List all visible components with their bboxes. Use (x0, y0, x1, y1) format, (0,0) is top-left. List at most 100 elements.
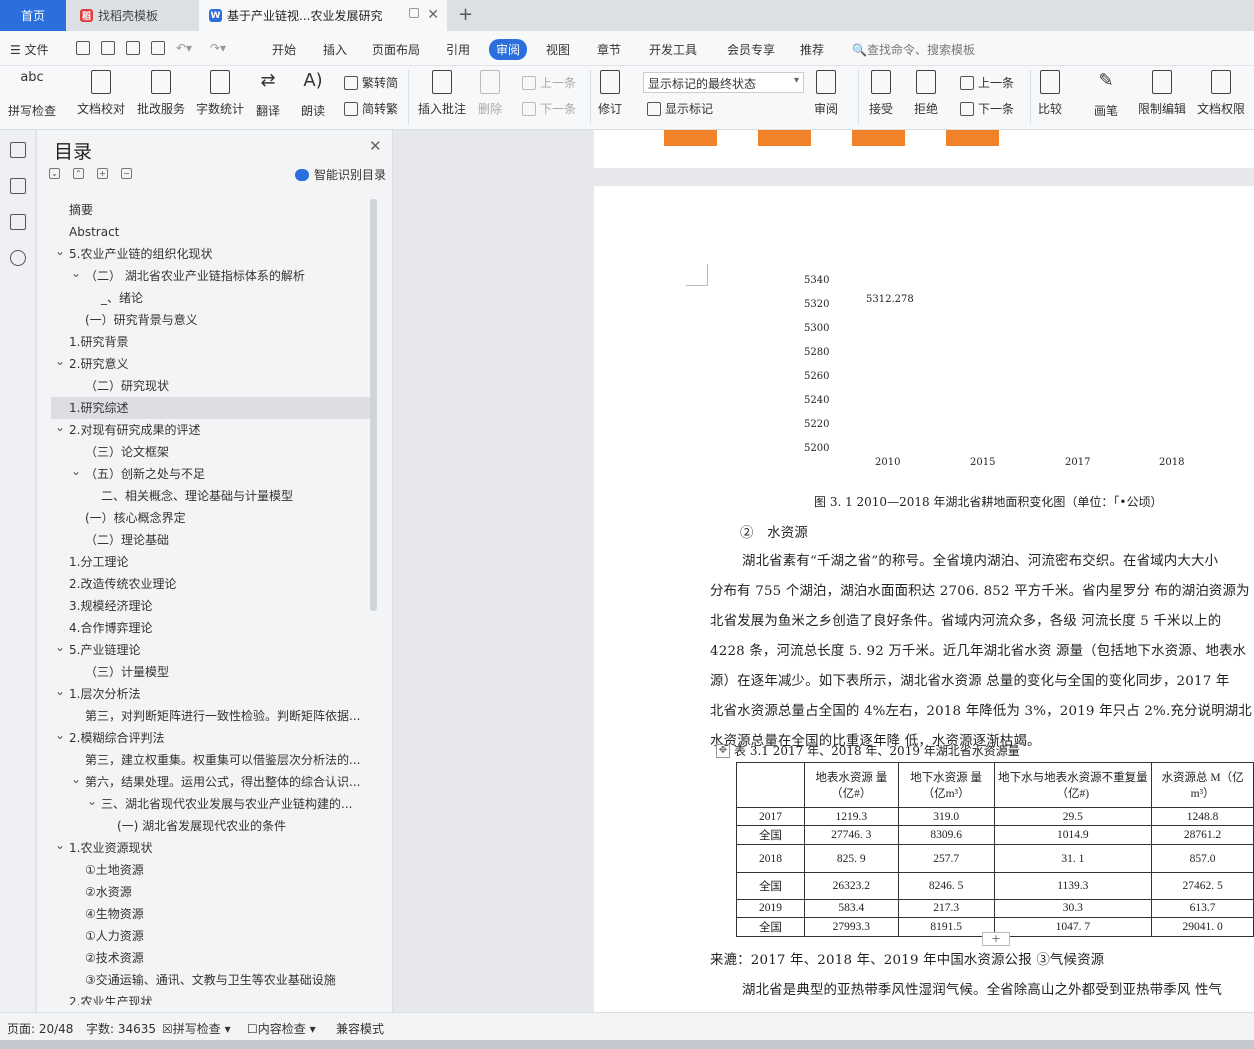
doc-permission-button[interactable]: 文档权限 (1197, 70, 1245, 117)
menu-developer[interactable]: 开发工具 (649, 41, 697, 58)
print-icon[interactable] (126, 41, 140, 55)
remove-heading-icon[interactable]: − (121, 168, 132, 179)
status-spell-check[interactable]: ☒拼写检查 ▾ (162, 1020, 231, 1037)
chevron-down-icon[interactable]: ⌄ (55, 837, 65, 856)
toc-item[interactable]: ⌄ 5.产业链理论 (51, 639, 371, 661)
export-pdf-icon[interactable] (101, 41, 115, 55)
search-icon[interactable] (10, 250, 26, 266)
toc-item[interactable]: Abstract (51, 221, 371, 243)
toc-item[interactable]: 1.研究背景 (51, 331, 371, 353)
toc-item[interactable]: 4.合作博弈理论 (51, 617, 371, 639)
menu-recommend[interactable]: 推荐 (800, 41, 824, 58)
close-icon[interactable]: ✕ (369, 137, 382, 155)
menu-references[interactable]: 引用 (446, 41, 470, 58)
toc-item[interactable]: 1.分工理论 (51, 551, 371, 573)
restrict-edit-button[interactable]: 限制编辑 (1138, 70, 1186, 117)
toc-item[interactable]: ⌄ （五）创新之处与不足 (51, 463, 371, 485)
chevron-down-icon[interactable]: ⌄ (55, 727, 65, 746)
collapse-all-icon[interactable]: ⌄ (49, 168, 60, 179)
toc-item[interactable]: 第三，建立权重集。权重集可以借鉴层次分析法的... (51, 749, 371, 771)
menu-section[interactable]: 章节 (597, 41, 621, 58)
chevron-down-icon[interactable]: ⌄ (55, 639, 65, 658)
word-count-button[interactable]: 字数统计 (196, 70, 244, 117)
redo-icon[interactable]: ↷▾ (210, 41, 226, 55)
tab-pin-icon[interactable] (409, 8, 419, 18)
spell-check-button[interactable]: abc 拼写检查 (8, 70, 56, 119)
toc-item[interactable]: ⌄ 2.研究意义 (51, 353, 371, 375)
chevron-down-icon[interactable]: ⌄ (55, 419, 65, 438)
chevron-down-icon[interactable]: ⌄ (55, 353, 65, 372)
prev-comment-button[interactable]: 上一条 (522, 74, 576, 91)
toc-item[interactable]: ⌄ （二） 湖北省农业产业链指标体系的解析 (51, 265, 371, 287)
toc-item[interactable]: _、绪论 (51, 287, 371, 309)
toc-item[interactable]: ①土地资源 (51, 859, 371, 881)
insert-comment-button[interactable]: 插入批注 (418, 70, 466, 117)
pen-button[interactable]: ✎ 画笔 (1093, 70, 1119, 119)
proofread-button[interactable]: 文档校对 (77, 70, 125, 117)
menu-insert[interactable]: 插入 (323, 41, 347, 58)
toc-item[interactable]: （二）理论基础 (51, 529, 371, 551)
toc-item[interactable]: ③交通运输、通讯、文教与卫生等农业基础设施 (51, 969, 371, 991)
review-pane-button[interactable]: 审阅 (814, 70, 838, 117)
chevron-down-icon[interactable]: ⌄ (71, 771, 81, 790)
menu-layout[interactable]: 页面布局 (372, 41, 420, 58)
next-change-button[interactable]: 下一条 (960, 100, 1014, 117)
save-icon[interactable] (76, 41, 90, 55)
toc-item[interactable]: 摘要 (51, 199, 371, 221)
menu-view[interactable]: 视图 (546, 41, 570, 58)
toc-item[interactable]: (一) 湖北省发展现代农业的条件 (51, 815, 371, 837)
toc-item[interactable]: ⌄ 5.农业产业链的组织化现状 (51, 243, 371, 265)
print-preview-icon[interactable] (151, 41, 165, 55)
page-indicator[interactable]: 页面: 20/48 (7, 1020, 73, 1037)
new-tab-button[interactable]: + (458, 4, 473, 25)
toc-item[interactable]: （二）研究现状 (51, 375, 371, 397)
compare-button[interactable]: 比较 (1038, 70, 1062, 117)
toc-item[interactable]: ⌄ 1.农业资源现状 (51, 837, 371, 859)
chevron-down-icon[interactable]: ⌄ (87, 793, 97, 812)
word-count[interactable]: 字数: 34635 (86, 1020, 156, 1037)
trad-to-simp-button[interactable]: 繁转简 (344, 74, 398, 91)
add-row-button[interactable]: + (982, 932, 1010, 946)
toc-icon[interactable] (10, 142, 26, 158)
delete-comment-button[interactable]: 删除 (478, 70, 502, 117)
translate-button[interactable]: ⇄ 翻译 (255, 70, 281, 119)
read-aloud-button[interactable]: A) 朗读 (300, 70, 326, 119)
menu-review[interactable]: 审阅 (489, 39, 528, 60)
menu-file[interactable]: ☰ 文件 (10, 41, 49, 58)
toc-item[interactable]: 二、相关概念、理论基础与计量模型 (51, 485, 371, 507)
menu-member[interactable]: 会员专享 (727, 41, 775, 58)
toc-item[interactable]: （三）论文框架 (51, 441, 371, 463)
batch-service-button[interactable]: 批改服务 (137, 70, 185, 117)
markup-display-select[interactable]: 显示标记的最终状态 (643, 72, 804, 93)
command-search[interactable]: 🔍查找命令、搜索模板 (852, 41, 975, 58)
chevron-down-icon[interactable]: ⌄ (55, 243, 65, 262)
smart-toc-button[interactable]: 智能识别目录 (295, 166, 386, 183)
navigation-icon[interactable] (10, 178, 26, 194)
toc-item[interactable]: 2.农业生产现状 (51, 991, 371, 1005)
tab-document[interactable]: W 基于产业链视...农业发展研究 ✕ (199, 0, 447, 31)
track-changes-button[interactable]: 修订 (598, 70, 622, 117)
close-icon[interactable]: ✕ (427, 7, 439, 23)
expand-up-icon[interactable]: ⌃ (73, 168, 84, 179)
toc-item[interactable]: ②水资源 (51, 881, 371, 903)
accept-button[interactable]: 接受 (869, 70, 893, 117)
toc-item[interactable]: ⌄ 2.模糊综合评判法 (51, 727, 371, 749)
chevron-down-icon[interactable]: ⌄ (71, 463, 81, 482)
chevron-down-icon[interactable]: ⌄ (71, 265, 81, 284)
toc-item[interactable]: ⌄ 三、湖北省现代农业发展与农业产业链构建的... (51, 793, 371, 815)
toc-item[interactable]: （三）计量模型 (51, 661, 371, 683)
toc-item[interactable]: (一）研究背景与意义 (51, 309, 371, 331)
undo-icon[interactable]: ↶▾ (176, 41, 192, 55)
toc-item[interactable]: ④生物资源 (51, 903, 371, 925)
tab-templates[interactable]: 稻找稻壳模板 (70, 0, 195, 31)
next-comment-button[interactable]: 下一条 (522, 100, 576, 117)
toc-item[interactable]: 1.研究综述 (51, 397, 371, 419)
status-content-check[interactable]: ☐内容检查 ▾ (247, 1020, 316, 1037)
chevron-down-icon[interactable]: ⌄ (55, 683, 65, 702)
toc-item[interactable]: 2.改造传统农业理论 (51, 573, 371, 595)
toc-item[interactable]: ⌄ 1.层次分析法 (51, 683, 371, 705)
reject-button[interactable]: 拒绝 (914, 70, 938, 117)
add-heading-icon[interactable]: + (97, 168, 108, 179)
toc-item[interactable]: ①人力资源 (51, 925, 371, 947)
table-move-handle[interactable]: ✥ (716, 744, 730, 758)
